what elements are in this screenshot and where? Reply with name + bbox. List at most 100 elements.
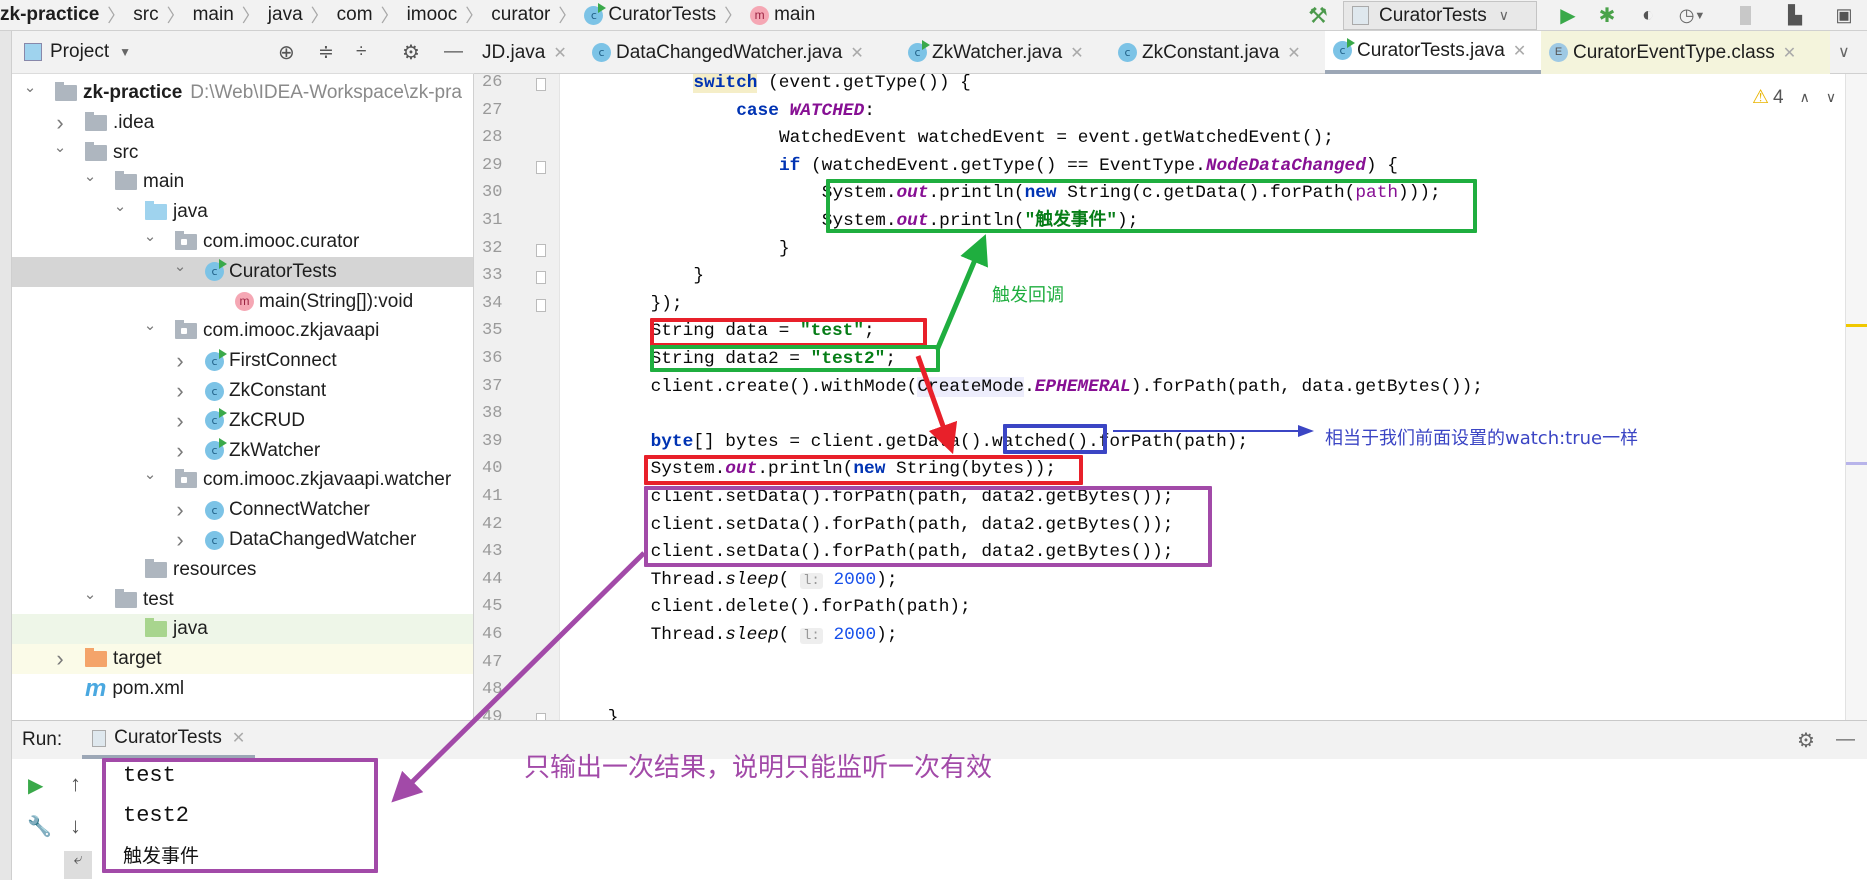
breadcrumb-item[interactable]: m main [750, 4, 815, 26]
tab-zkconstant-java[interactable]: c ZkConstant.java ✕ [1110, 31, 1325, 74]
tree-item[interactable]: ⌄ src [12, 138, 473, 168]
chevron-right-icon[interactable]: › [173, 497, 187, 523]
chevron-down-icon[interactable]: ⌄ [23, 78, 37, 96]
close-icon[interactable]: ✕ [1287, 43, 1300, 63]
code-line[interactable]: client.create().withMode(CreateMode.EPHE… [651, 374, 1483, 402]
chevron-down-icon[interactable]: ⌄ [143, 316, 157, 334]
code-line[interactable]: System.out.println(new String(c.getData(… [822, 180, 1441, 208]
code-line[interactable]: Thread.sleep( l: 2000); [651, 622, 898, 650]
editor-gutter[interactable]: 26 27 28 29 30 31 32 33 34 35 36 37 38 39 40 41 42 43 44 45… [474, 73, 560, 727]
breadcrumb-item[interactable]: main [193, 4, 234, 26]
code-line[interactable]: String data = "test"; [651, 318, 875, 346]
chevron-down-icon[interactable]: ⌄ [143, 227, 157, 245]
tree-item[interactable]: ⌄ main [12, 167, 473, 197]
build-hammer-icon[interactable]: ⚒ [1305, 3, 1331, 28]
tab-datachangedwatcher-java[interactable]: c DataChangedWatcher.java ✕ [584, 31, 900, 74]
breadcrumb-item[interactable]: c CuratorTests [584, 2, 716, 26]
code-line[interactable]: client.delete().forPath(path); [651, 594, 971, 622]
tree-item[interactable]: › c DataChangedWatcher [12, 525, 473, 555]
project-panel-title[interactable]: Project [50, 41, 109, 63]
close-icon[interactable]: ✕ [553, 43, 566, 63]
wrench-icon[interactable]: 🔧 [27, 814, 52, 839]
tree-item[interactable]: › c ConnectWatcher [12, 495, 473, 525]
soft-wrap-icon[interactable]: ⤶ [64, 851, 92, 879]
hide-icon[interactable]: — [444, 41, 463, 63]
tree-item[interactable]: ⌄ com.imooc.curator [12, 227, 473, 257]
chevron-right-icon[interactable]: › [173, 527, 187, 553]
code-line[interactable]: client.setData().forPath(path, data2.get… [651, 512, 1174, 540]
coverage-icon[interactable]: ◐ [1636, 3, 1660, 28]
tree-item[interactable]: m pom.xml [12, 674, 473, 704]
code-editor[interactable]: switch (event.getType()) {case WATCHED: W… [560, 74, 1845, 720]
code-line[interactable]: case WATCHED: [736, 98, 875, 126]
tree-item[interactable]: ⌄ com.imooc.zkjavaapi.watcher [12, 465, 473, 495]
editor-scrollbar[interactable] [1845, 74, 1867, 720]
hide-icon[interactable]: — [1836, 729, 1855, 751]
code-line[interactable]: WatchedEvent watchedEvent = event.getWat… [779, 125, 1334, 153]
breadcrumb-item[interactable]: zk-practice [0, 4, 99, 26]
chevron-right-icon[interactable]: › [173, 438, 187, 464]
debug-bug-icon[interactable]: ✱ [1595, 3, 1619, 28]
code-line[interactable]: } [779, 236, 790, 264]
warning-marker[interactable] [1846, 324, 1867, 327]
tree-item[interactable]: › c FirstConnect [12, 346, 473, 376]
tree-item[interactable]: resources [12, 555, 473, 585]
code-line[interactable]: }); [651, 291, 683, 319]
chevron-down-icon[interactable]: ⌄ [113, 197, 127, 215]
prev-highlight-icon[interactable]: ∧ [1800, 89, 1810, 106]
tree-item[interactable]: › c ZkCRUD [12, 406, 473, 436]
close-icon[interactable]: ✕ [1070, 43, 1083, 63]
breadcrumb-item[interactable]: java [268, 4, 303, 26]
stop-icon[interactable] [1735, 3, 1755, 28]
chevron-down-icon[interactable]: ⌄ [83, 167, 97, 185]
close-icon[interactable]: ✕ [850, 43, 863, 63]
tree-item[interactable]: m main(String[]):void [12, 287, 473, 317]
breadcrumb-item[interactable]: curator [491, 4, 550, 26]
layout-icon[interactable]: ▣ [1832, 3, 1856, 28]
chevron-right-icon[interactable]: › [53, 646, 67, 672]
close-icon[interactable]: ✕ [1783, 43, 1796, 63]
run-config-select[interactable]: CuratorTests ∨ [1343, 1, 1537, 30]
chevron-right-icon[interactable]: › [173, 378, 187, 404]
tree-item[interactable]: › .idea [12, 108, 473, 138]
next-highlight-icon[interactable]: ∨ [1826, 89, 1836, 106]
fold-marker-icon[interactable] [536, 160, 546, 174]
code-line[interactable]: System.out.println(new String(bytes)); [651, 456, 1057, 484]
collapse-all-icon[interactable]: ÷ [356, 41, 366, 63]
chevron-down-icon[interactable]: ⌄ [53, 138, 67, 156]
gear-icon[interactable]: ⚙ [1797, 728, 1815, 753]
breadcrumb-item[interactable]: imooc [407, 4, 458, 26]
tree-item[interactable]: › c ZkWatcher [12, 436, 473, 466]
tab-jd-java[interactable]: JD.java ✕ [474, 31, 584, 74]
close-icon[interactable]: ✕ [1513, 41, 1526, 61]
tree-item[interactable]: ⌄ java [12, 197, 473, 227]
chevron-right-icon[interactable]: › [53, 110, 67, 136]
chevron-down-icon[interactable]: ▼ [119, 45, 131, 59]
gear-icon[interactable]: ⚙ [402, 40, 420, 65]
code-line[interactable]: } [608, 705, 619, 720]
down-arrow-icon[interactable]: ↓ [70, 813, 81, 839]
info-marker[interactable] [1846, 462, 1867, 465]
code-line[interactable]: System.out.println("触发事件"); [822, 208, 1139, 236]
tree-item[interactable]: ⌄ zk-practice D:\Web\IDEA-Workspace\zk-pra [12, 78, 473, 108]
rerun-icon[interactable]: ▶ [28, 773, 43, 798]
code-line[interactable]: if (watchedEvent.getType() == EventType.… [779, 153, 1398, 181]
fold-marker-icon[interactable] [536, 298, 546, 312]
code-line[interactable]: switch (event.getType()) { [693, 74, 971, 98]
locate-icon[interactable]: ⊕ [278, 40, 295, 65]
tabs-more-chevron-icon[interactable]: ∨ [1838, 42, 1850, 62]
tab-zkwatcher-java[interactable]: c ZkWatcher.java ✕ [900, 31, 1110, 74]
chevron-down-icon[interactable]: ⌄ [83, 585, 97, 603]
tree-item[interactable]: java [12, 614, 473, 645]
breadcrumb-item[interactable]: com [337, 4, 373, 26]
chevron-right-icon[interactable]: › [173, 348, 187, 374]
tree-item[interactable]: › target [12, 644, 473, 675]
expand-all-icon[interactable]: ≑ [318, 41, 334, 64]
chevron-down-icon[interactable]: ⌄ [173, 257, 187, 275]
code-line[interactable]: byte[] bytes = client.getData().watched(… [651, 429, 1249, 457]
chevron-right-icon[interactable]: › [173, 408, 187, 434]
chevron-down-icon[interactable]: ⌄ [143, 465, 157, 483]
fold-marker-icon[interactable] [536, 78, 546, 91]
close-icon[interactable]: ✕ [232, 728, 245, 748]
code-line[interactable]: client.setData().forPath(path, data2.get… [651, 539, 1174, 567]
